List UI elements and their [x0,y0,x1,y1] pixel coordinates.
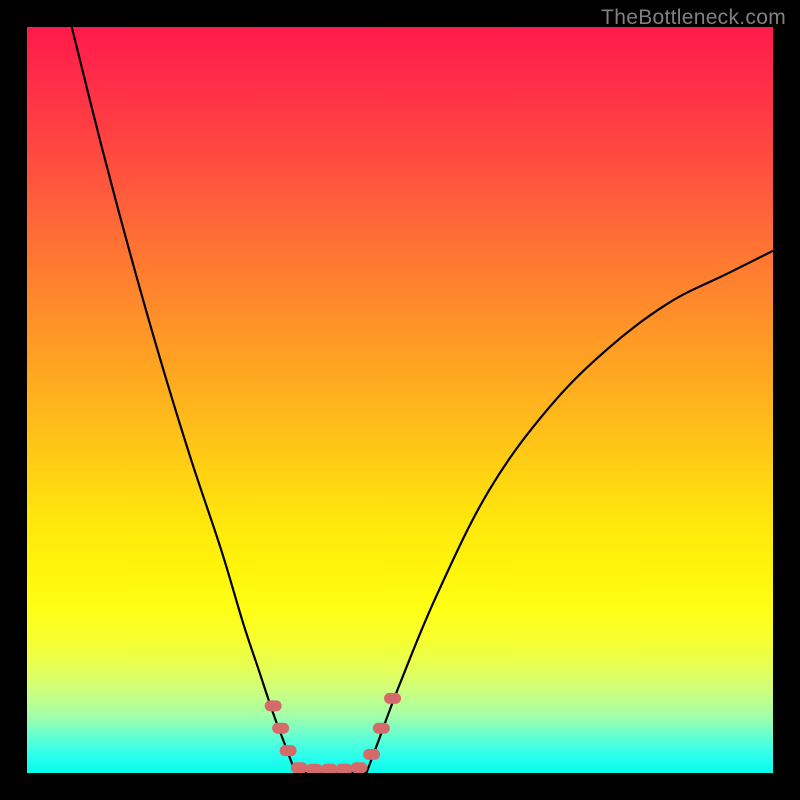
marker-group [270,698,395,769]
chart-svg [27,27,773,773]
curve-left-branch [72,27,296,773]
watermark-label: TheBottleneck.com [601,6,786,30]
curve-right-branch [366,251,773,773]
chart-frame: TheBottleneck.com [0,0,800,800]
plot-area [27,27,773,773]
